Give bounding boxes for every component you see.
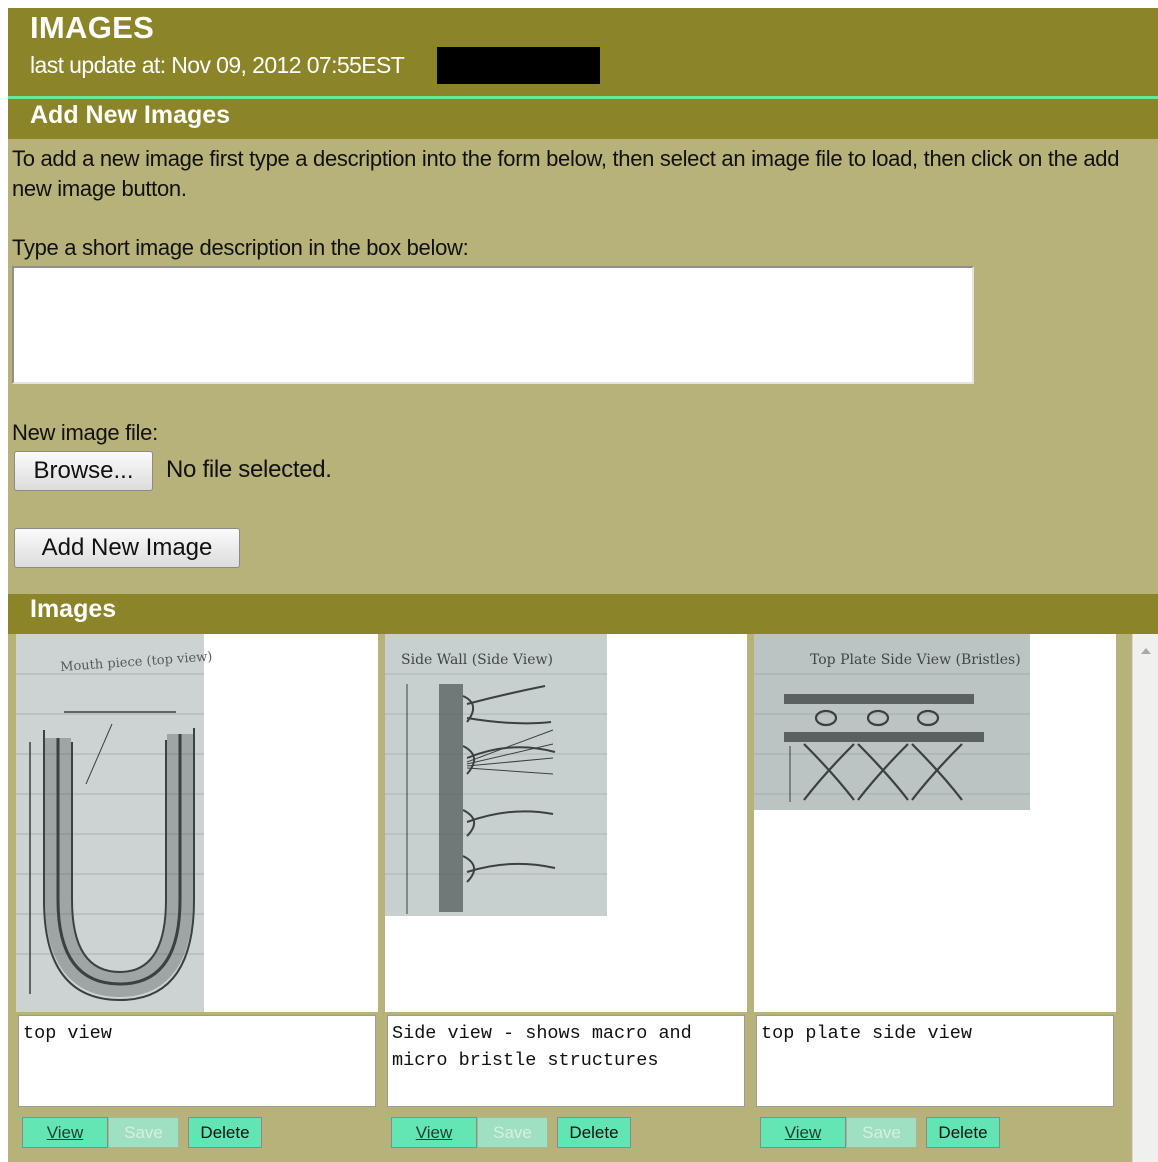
image-thumbnail[interactable]: Side Wall (Side View)	[385, 634, 747, 1012]
images-section-header: Images	[8, 594, 1158, 634]
sketch-label: Top Plate Side View (Bristles)	[810, 652, 1021, 668]
page-title: IMAGES	[30, 10, 155, 45]
redacted-block	[437, 47, 600, 84]
add-images-section-header: Add New Images	[8, 99, 1158, 139]
file-status-text: No file selected.	[166, 456, 332, 483]
add-new-image-button[interactable]: Add New Image	[14, 528, 240, 568]
description-label: Type a short image description in the bo…	[12, 235, 469, 260]
delete-button[interactable]: Delete	[926, 1117, 1000, 1148]
scroll-up-arrow-icon[interactable]	[1141, 648, 1151, 654]
sketch-label: Side Wall (Side View)	[401, 652, 553, 668]
sketch-image: Mouth piece (top view)	[16, 634, 213, 1012]
image-card: Top Plate Side View (Bristles) top plate…	[752, 634, 1118, 1162]
image-gallery[interactable]: Mouth piece (top view) top view View Sav…	[14, 634, 1130, 1162]
file-label: New image file:	[12, 420, 158, 445]
vertical-scrollbar[interactable]	[1132, 634, 1158, 1162]
image-description-field[interactable]: top view	[18, 1015, 376, 1107]
image-card: Mouth piece (top view) top view View Sav…	[14, 634, 380, 1162]
sketch-image: Side Wall (Side View)	[385, 634, 607, 916]
image-thumbnail[interactable]: Mouth piece (top view)	[16, 634, 378, 1012]
view-button[interactable]: View	[391, 1117, 477, 1148]
delete-button[interactable]: Delete	[557, 1117, 631, 1148]
delete-button[interactable]: Delete	[188, 1117, 262, 1148]
add-image-instructions: To add a new image first type a descript…	[12, 146, 1120, 201]
view-button[interactable]: View	[760, 1117, 846, 1148]
image-description-field[interactable]: top plate side view	[756, 1015, 1114, 1107]
save-button[interactable]: Save	[477, 1117, 548, 1148]
add-images-title: Add New Images	[30, 101, 231, 129]
image-thumbnail[interactable]: Top Plate Side View (Bristles)	[754, 634, 1116, 1012]
save-button[interactable]: Save	[846, 1117, 917, 1148]
images-title: Images	[30, 595, 117, 623]
images-panel: IMAGES last update at: Nov 09, 2012 07:5…	[8, 8, 1158, 1162]
image-description-field[interactable]: Side view - shows macro and micro bristl…	[387, 1015, 745, 1107]
save-button[interactable]: Save	[108, 1117, 179, 1148]
last-update-text: last update at: Nov 09, 2012 07:55EST	[30, 52, 405, 78]
sketch-image: Top Plate Side View (Bristles)	[754, 634, 1030, 810]
browse-button[interactable]: Browse...	[14, 451, 153, 491]
image-card: Side Wall (Side View) Side view - shows …	[383, 634, 749, 1162]
view-button[interactable]: View	[22, 1117, 108, 1148]
app-header: IMAGES last update at: Nov 09, 2012 07:5…	[8, 8, 1158, 96]
image-description-input[interactable]	[12, 266, 974, 384]
